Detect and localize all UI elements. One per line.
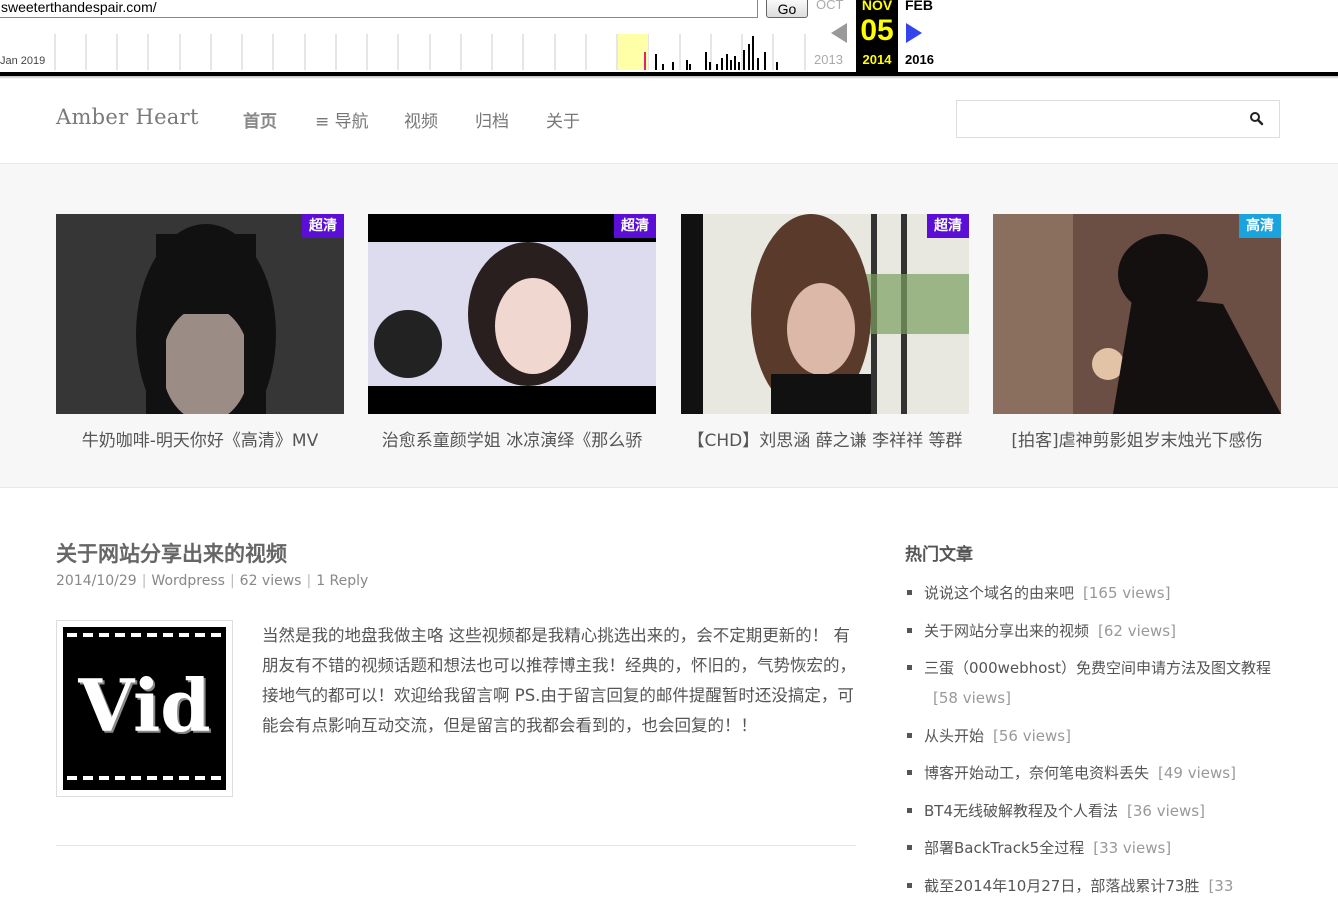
quality-badge: 高清: [1239, 214, 1281, 238]
search-input[interactable]: [956, 100, 1280, 138]
list-item[interactable]: 截至2014年10月27日，部落战累计73胜 [33: [905, 871, 1285, 901]
video-thumbnail[interactable]: 超清: [681, 214, 969, 414]
list-item[interactable]: 部署BackTrack5全过程 [33 views]: [905, 833, 1285, 863]
post-replies[interactable]: 1 Reply: [316, 573, 368, 589]
prev-arrow-icon[interactable]: [831, 23, 847, 43]
post-title[interactable]: 关于网站分享出来的视频: [56, 538, 287, 568]
nav-archive[interactable]: 归档: [475, 107, 509, 132]
popular-post-views: [56 views]: [993, 726, 1071, 745]
list-item[interactable]: BT4无线破解教程及个人看法 [36 views]: [905, 796, 1285, 826]
video-thumbnail[interactable]: 高清: [993, 214, 1281, 414]
popular-post-views: [165 views]: [1083, 584, 1171, 602]
wayback-next-year[interactable]: 2016: [905, 52, 934, 67]
popular-post-link[interactable]: BT4无线破解教程及个人看法: [924, 802, 1118, 820]
nav-home[interactable]: 首页: [243, 107, 277, 132]
nav-navigation[interactable]: ≡ 导航: [315, 107, 369, 132]
list-item[interactable]: 博客开始动工，奈何笔电资料丢失 [49 views]: [905, 758, 1285, 788]
video-thumbnail[interactable]: 超清: [368, 214, 656, 414]
popular-post-views: [33: [1208, 876, 1234, 895]
list-item[interactable]: 三蛋（000webhost）免费空间申请方法及图文教程 [58 views]: [905, 653, 1285, 713]
nav-about[interactable]: 关于: [546, 107, 580, 132]
wayback-prev-year[interactable]: 2013: [814, 52, 843, 67]
popular-post-views: [33 views]: [1093, 839, 1172, 857]
popular-post-link[interactable]: 部署BackTrack5全过程: [924, 839, 1084, 857]
video-thumbnail-image: [993, 214, 1281, 414]
next-arrow-icon[interactable]: [906, 23, 922, 43]
wayback-next-month[interactable]: FEB: [905, 0, 933, 13]
post-excerpt: 当然是我的地盘我做主咯 这些视频都是我精心挑选出来的，会不定期更新的！ 有朋友有…: [262, 626, 856, 735]
featured-card-title[interactable]: 牛奶咖啡-明天你好《高清》MV: [56, 426, 344, 451]
popular-posts-list: 说说这个域名的由来吧 [165 views] 关于网站分享出来的视频 [62 vie…: [905, 578, 1285, 908]
featured-card[interactable]: 高清 [拍客]虐神剪影姐岁末烛光下感伤: [993, 214, 1281, 451]
site-logo[interactable]: Amber Heart: [56, 105, 199, 129]
wayback-sparkline[interactable]: [0, 32, 808, 72]
wayback-prev-month[interactable]: OCT: [816, 0, 843, 12]
quality-badge: 超清: [302, 214, 344, 238]
popular-post-link[interactable]: 关于网站分享出来的视频: [924, 622, 1089, 640]
wayback-current-date: NOV 05 2014: [856, 0, 898, 72]
quality-badge: 超清: [927, 214, 969, 238]
quality-badge: 超清: [614, 214, 656, 238]
wayback-go-button[interactable]: Go: [766, 0, 808, 18]
featured-card-title[interactable]: 【CHD】刘思涵 薛之谦 李祥祥 等群: [681, 426, 969, 451]
featured-card-title[interactable]: [拍客]虐神剪影姐岁末烛光下感伤: [993, 426, 1281, 451]
list-item[interactable]: 说说这个域名的由来吧 [165 views]: [905, 578, 1285, 608]
search-icon[interactable]: [1249, 111, 1265, 127]
popular-post-link[interactable]: 三蛋（000webhost）免费空间申请方法及图文教程: [924, 659, 1271, 677]
list-item[interactable]: 从头开始 [56 views]: [905, 721, 1285, 751]
video-thumbnail[interactable]: 超清: [56, 214, 344, 414]
featured-videos: 超清 牛奶咖啡-明天你好《高清》MV 超清 治愈系童颜学姐 冰凉演绎《那么骄 超…: [0, 164, 1338, 488]
wayback-url-input[interactable]: sweeterthandespair.com/: [0, 0, 758, 18]
popular-post-link[interactable]: 截至2014年10月27日，部落战累计73胜: [924, 877, 1199, 895]
popular-post-link[interactable]: 博客开始动工，奈何笔电资料丢失: [924, 764, 1149, 782]
popular-post-views: [58 views]: [933, 689, 1011, 707]
video-thumbnail-image: [56, 214, 344, 414]
post-views: 62 views: [239, 573, 302, 589]
site-header: Amber Heart 首页 ≡ 导航 视频 归档 关于: [0, 79, 1338, 164]
post-thumbnail-text: Vid: [78, 663, 211, 748]
featured-card-title[interactable]: 治愈系童颜学姐 冰凉演绎《那么骄: [368, 426, 656, 451]
post-divider: [56, 845, 856, 846]
list-item[interactable]: 关于网站分享出来的视频 [62 views]: [905, 616, 1285, 646]
wayback-current-month: NOV: [861, 0, 893, 13]
popular-post-views: [49 views]: [1158, 764, 1236, 782]
wayback-current-day: 05: [860, 14, 894, 47]
wayback-toolbar: sweeterthandespair.com/ Go Jan 2019 OCT …: [0, 0, 1338, 72]
popular-post-link[interactable]: 从头开始: [924, 727, 984, 745]
featured-card[interactable]: 超清 治愈系童颜学姐 冰凉演绎《那么骄: [368, 214, 656, 451]
post-date: 2014/10/29: [56, 573, 137, 589]
popular-posts-title: 热门文章: [905, 545, 973, 565]
video-thumbnail-image: [368, 214, 656, 414]
featured-card[interactable]: 超清 【CHD】刘思涵 薛之谦 李祥祥 等群: [681, 214, 969, 451]
popular-post-link[interactable]: 说说这个域名的由来吧: [924, 584, 1074, 602]
video-thumbnail-image: [681, 214, 969, 414]
post-category[interactable]: Wordpress: [151, 573, 225, 589]
post-meta: 2014/10/29 | Wordpress | 62 views | 1 Reply: [56, 573, 369, 589]
popular-post-views: [36 views]: [1127, 801, 1205, 820]
wayback-date-label: Jan 2019: [0, 55, 46, 67]
popular-post-views: [62 views]: [1098, 621, 1176, 640]
featured-card[interactable]: 超清 牛奶咖啡-明天你好《高清》MV: [56, 214, 344, 451]
wayback-current-year: 2014: [862, 52, 892, 67]
post-thumbnail[interactable]: Vid: [56, 620, 233, 797]
nav-video[interactable]: 视频: [404, 107, 438, 132]
